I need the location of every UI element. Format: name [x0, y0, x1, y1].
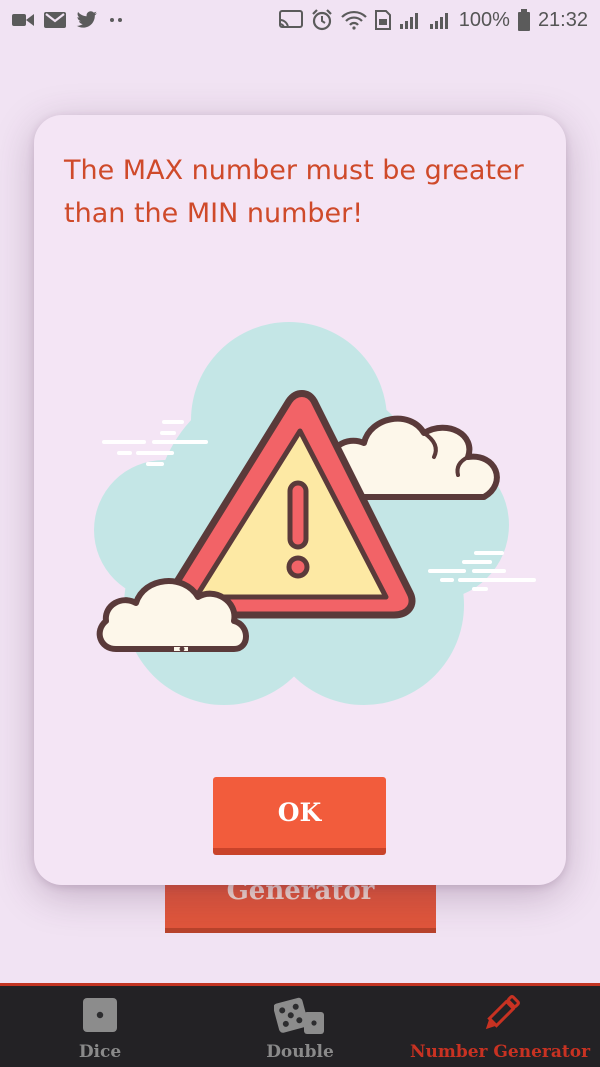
- clock: 21:32: [537, 8, 588, 31]
- signal-icon: [399, 11, 421, 29]
- ok-button[interactable]: OK: [213, 777, 386, 855]
- more-dots-icon: [108, 15, 124, 25]
- battery-icon: [517, 9, 530, 31]
- warning-illustration: [94, 322, 536, 705]
- twitter-icon: [76, 11, 98, 29]
- nav-item-double[interactable]: Double: [200, 986, 400, 1067]
- alarm-icon: [311, 9, 333, 31]
- nav-label-double: Double: [266, 1042, 334, 1062]
- gmail-icon: [44, 12, 66, 28]
- pencil-icon: [480, 994, 520, 1036]
- status-right-icons: 100% 21:32: [278, 8, 588, 32]
- dialog-message: The MAX number must be greater than the …: [64, 155, 524, 229]
- wifi-icon: [341, 10, 367, 30]
- nav-label-number-generator: Number Generator: [409, 1042, 591, 1062]
- cast-icon: [278, 10, 303, 30]
- sim-icon: [374, 10, 391, 30]
- die-single-icon: [82, 994, 118, 1036]
- signal-icon: [429, 11, 451, 29]
- bottom-navigation: Dice Double Number Generator: [0, 983, 600, 1067]
- nav-item-number-generator[interactable]: Number Generator: [400, 986, 600, 1067]
- status-bar: 100% 21:32: [0, 0, 600, 40]
- nav-label-dice: Dice: [78, 1042, 122, 1062]
- dice-double-icon: [274, 994, 326, 1036]
- alert-dialog: The MAX number must be greater than the …: [34, 115, 566, 885]
- video-camera-icon: [12, 12, 34, 28]
- nav-item-dice[interactable]: Dice: [0, 986, 200, 1067]
- battery-percent: 100%: [458, 8, 510, 31]
- status-left-icons: [12, 11, 124, 29]
